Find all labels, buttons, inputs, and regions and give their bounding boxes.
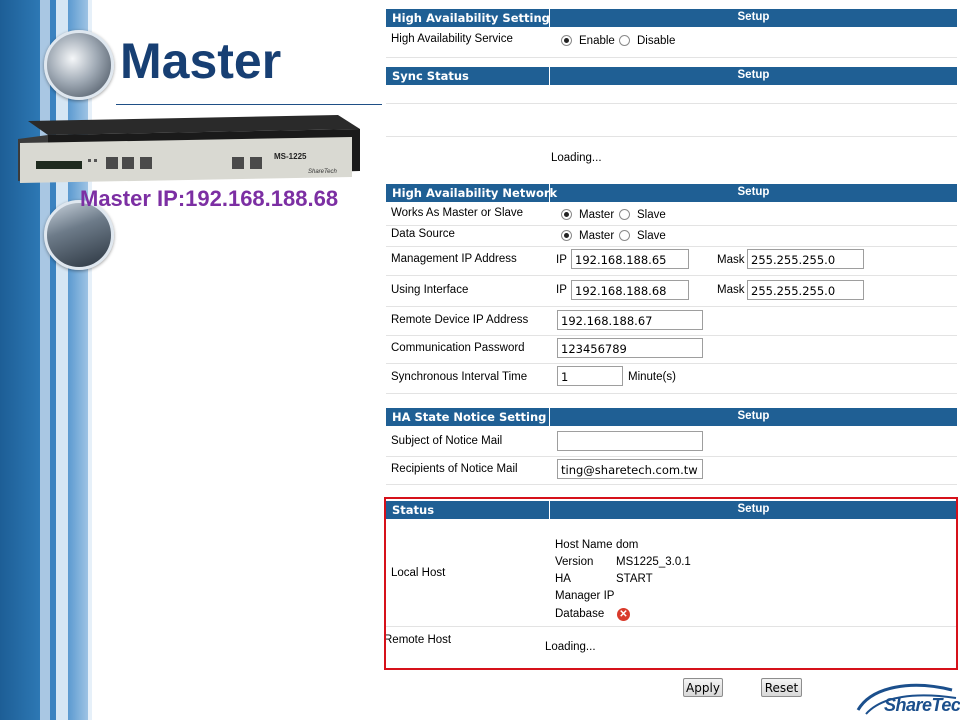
ha-setting-header: High Availability Setting Setup bbox=[386, 9, 957, 27]
row-divider bbox=[386, 363, 957, 364]
section-title: High Availability Network bbox=[392, 186, 558, 200]
works-as-label: Works As Master or Slave bbox=[391, 207, 524, 219]
apply-button[interactable]: Apply bbox=[683, 678, 723, 697]
interval-unit: Minute(s) bbox=[628, 371, 676, 383]
slide-stripe bbox=[56, 0, 68, 720]
setup-column-header: Setup bbox=[737, 11, 770, 23]
mgmt-ip-label: Management IP Address bbox=[391, 253, 517, 265]
sync-status-header: Sync Status Setup bbox=[386, 67, 957, 85]
row-divider bbox=[386, 306, 957, 307]
data-source-label: Data Source bbox=[391, 228, 455, 240]
enable-radio-label: Enable bbox=[579, 35, 615, 47]
page-title: Master bbox=[120, 33, 282, 89]
slave-radio-label: Slave bbox=[637, 209, 666, 221]
status-highlight-frame bbox=[384, 497, 958, 670]
row-divider bbox=[386, 484, 957, 485]
ip-prefix: IP bbox=[556, 254, 567, 266]
disable-radio-label: Disable bbox=[637, 35, 676, 47]
reset-button[interactable]: Reset bbox=[761, 678, 802, 697]
mgmt-ip-input[interactable]: 192.168.188.65 bbox=[571, 249, 689, 269]
works-as-slave-radio[interactable] bbox=[619, 209, 630, 220]
interface-ip-input[interactable]: 192.168.188.68 bbox=[571, 280, 689, 300]
interface-mask-input[interactable]: 255.255.255.0 bbox=[747, 280, 864, 300]
sync-loading-text: Loading... bbox=[551, 152, 602, 164]
mgmt-mask-input[interactable]: 255.255.255.0 bbox=[747, 249, 864, 269]
row-divider bbox=[386, 225, 957, 226]
ip-prefix: IP bbox=[556, 284, 567, 296]
remote-ip-label: Remote Device IP Address bbox=[391, 314, 529, 326]
section-title: Sync Status bbox=[392, 69, 469, 83]
slide-stripe bbox=[88, 0, 92, 720]
using-interface-label: Using Interface bbox=[391, 284, 469, 296]
row-divider bbox=[386, 57, 957, 58]
data-source-slave-radio[interactable] bbox=[619, 230, 630, 241]
setup-column-header: Setup bbox=[737, 186, 770, 198]
password-label: Communication Password bbox=[391, 342, 525, 354]
recipients-input[interactable]: ting@sharetech.com.tw bbox=[557, 459, 703, 479]
row-divider bbox=[386, 275, 957, 276]
notice-header: HA State Notice Setting Setup bbox=[386, 408, 957, 426]
data-source-master-radio[interactable] bbox=[561, 230, 572, 241]
interval-label: Synchronous Interval Time bbox=[391, 371, 528, 383]
master-radio-label: Master bbox=[579, 230, 615, 242]
setup-column-header: Setup bbox=[737, 69, 770, 81]
logo-text: ShareTech bbox=[884, 695, 960, 715]
row-divider bbox=[386, 335, 957, 336]
section-title: HA State Notice Setting bbox=[392, 410, 547, 424]
slide-stripe bbox=[0, 0, 40, 720]
device-model-label: MS-1225 bbox=[274, 152, 307, 161]
device-brand-label: ShareTech bbox=[308, 169, 337, 175]
slave-radio-label: Slave bbox=[637, 230, 666, 242]
subject-input[interactable] bbox=[557, 431, 703, 451]
password-input[interactable]: 123456789 bbox=[557, 338, 703, 358]
master-radio-label: Master bbox=[579, 209, 615, 221]
ha-service-label: High Availability Service bbox=[391, 33, 513, 45]
mask-prefix: Mask bbox=[717, 254, 745, 266]
works-as-master-radio[interactable] bbox=[561, 209, 572, 220]
recipients-label: Recipients of Notice Mail bbox=[391, 463, 518, 475]
slide-stripe bbox=[40, 0, 50, 720]
title-underline bbox=[116, 104, 382, 105]
master-ip-caption: Master IP:192.168.188.68 bbox=[80, 186, 339, 211]
setup-column-header: Setup bbox=[737, 410, 770, 422]
ha-network-header: High Availability Network Setup bbox=[386, 184, 957, 202]
remote-ip-input[interactable]: 192.168.188.67 bbox=[557, 310, 703, 330]
network-cable-photo bbox=[44, 30, 114, 100]
subject-label: Subject of Notice Mail bbox=[391, 435, 503, 447]
appliance-image: MS-1225 ShareTech bbox=[18, 115, 360, 183]
row-divider bbox=[386, 246, 957, 247]
interval-input[interactable]: 1 bbox=[557, 366, 623, 386]
section-title: High Availability Setting bbox=[392, 11, 550, 25]
disable-radio[interactable] bbox=[619, 35, 630, 46]
slide-stripe bbox=[68, 0, 88, 720]
enable-radio[interactable] bbox=[561, 35, 572, 46]
row-divider bbox=[386, 393, 957, 394]
row-divider bbox=[386, 456, 957, 457]
row-divider bbox=[386, 103, 957, 104]
row-divider bbox=[386, 136, 957, 137]
mask-prefix: Mask bbox=[717, 284, 745, 296]
